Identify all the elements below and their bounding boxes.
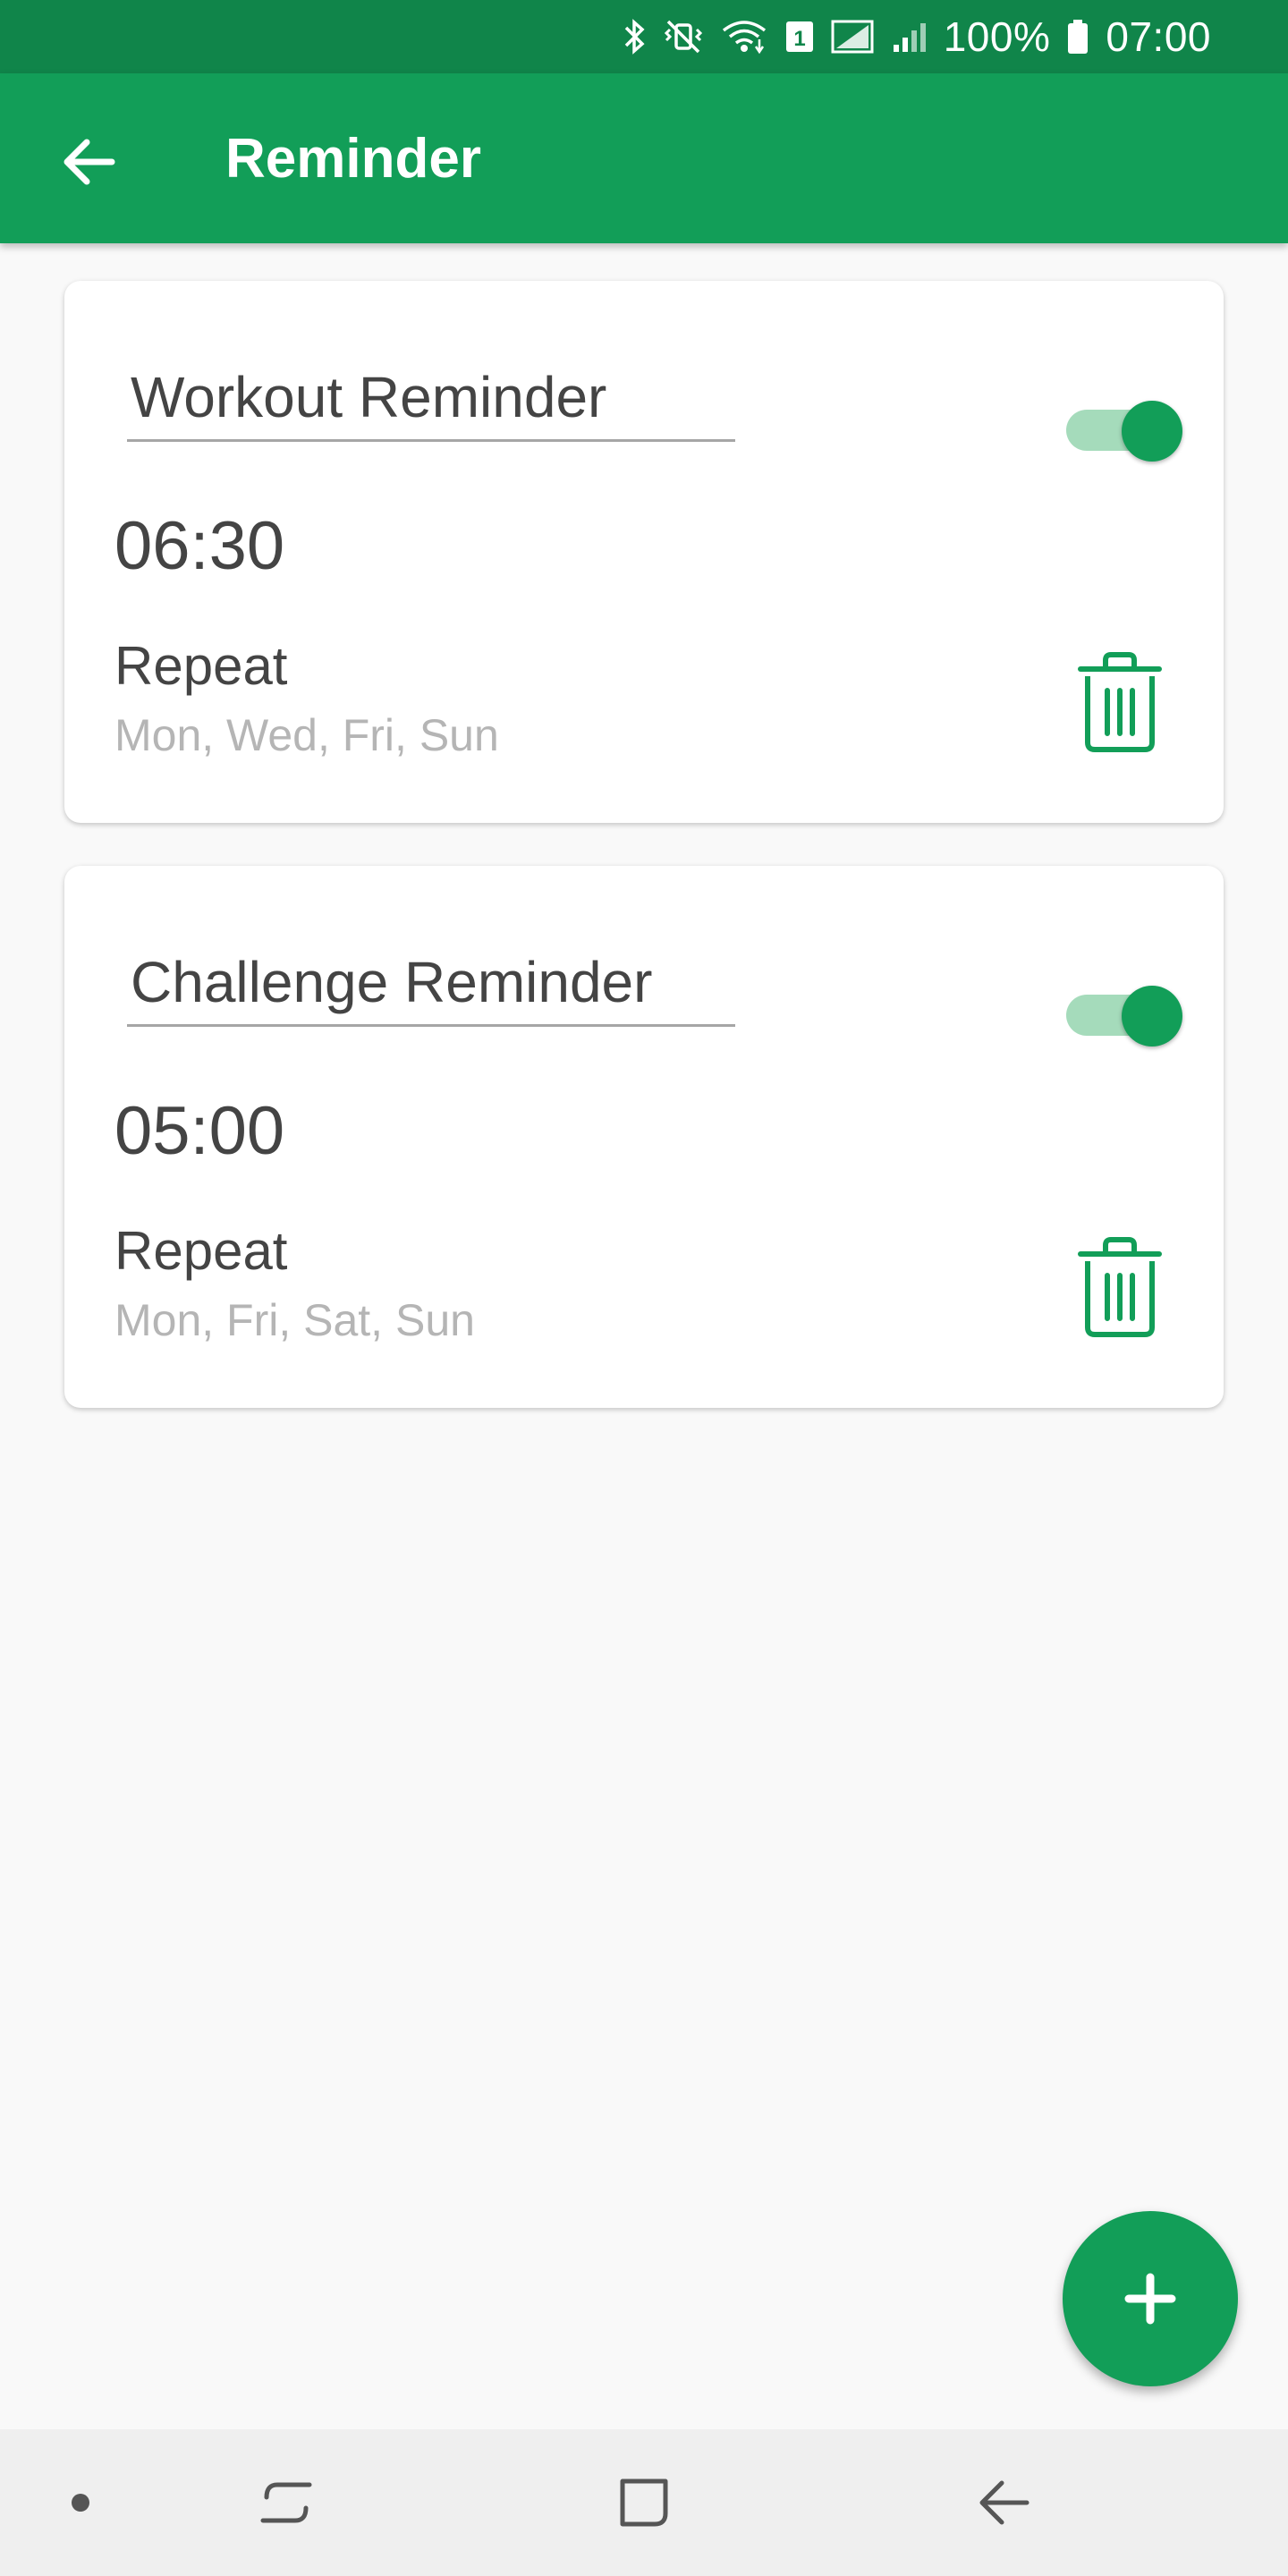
repeat-label[interactable]: Repeat: [114, 1220, 287, 1283]
page-title: Reminder: [225, 128, 481, 190]
sim-1-icon: 1: [784, 18, 815, 55]
reminder-toggle[interactable]: [1059, 975, 1182, 1046]
nav-dot-button[interactable]: [54, 2429, 107, 2576]
bluetooth-icon: [623, 18, 647, 55]
system-back-button[interactable]: [959, 2429, 1048, 2576]
wifi-icon: [720, 18, 768, 55]
vibrate-mute-icon: [663, 18, 704, 55]
repeat-days[interactable]: Mon, Fri, Sat, Sun: [114, 1293, 475, 1347]
add-reminder-button[interactable]: [1063, 2211, 1238, 2386]
recents-button[interactable]: [242, 2429, 331, 2576]
reminder-name-input[interactable]: Workout Reminder: [127, 360, 735, 442]
reminder-card: Challenge Reminder 05:00 Repeat Mon, Fri…: [64, 866, 1224, 1408]
signal-icon: [831, 18, 876, 55]
trash-icon: [1078, 652, 1162, 752]
reminder-time[interactable]: 06:30: [114, 506, 284, 587]
repeat-label[interactable]: Repeat: [114, 635, 287, 698]
battery-icon: [1066, 18, 1089, 55]
home-icon: [620, 2479, 668, 2527]
home-button[interactable]: [599, 2429, 689, 2576]
reminder-time[interactable]: 05:00: [114, 1091, 284, 1172]
toggle-knob: [1122, 401, 1182, 462]
reminder-name-input[interactable]: Challenge Reminder: [127, 945, 735, 1027]
signal-icon: [892, 18, 928, 55]
delete-reminder-button[interactable]: [1075, 1234, 1165, 1338]
reminder-toggle[interactable]: [1059, 390, 1182, 462]
plus-icon: [1124, 2273, 1176, 2325]
battery-percent: 100%: [943, 13, 1051, 60]
delete-reminder-button[interactable]: [1075, 649, 1165, 753]
status-bar: 1 100% 07:00: [0, 0, 1288, 73]
app-bar: Reminder: [0, 73, 1288, 243]
recents-icon: [260, 2482, 312, 2523]
toggle-knob: [1122, 986, 1182, 1046]
system-nav-bar: [0, 2429, 1288, 2576]
dot-icon: [72, 2494, 89, 2512]
arrow-left-icon: [64, 139, 115, 185]
status-time: 07:00: [1106, 13, 1211, 60]
svg-text:1: 1: [793, 27, 805, 51]
back-icon: [979, 2480, 1030, 2525]
reminder-card: Workout Reminder 06:30 Repeat Mon, Wed, …: [64, 281, 1224, 823]
repeat-days[interactable]: Mon, Wed, Fri, Sun: [114, 708, 499, 762]
trash-icon: [1078, 1237, 1162, 1337]
back-button[interactable]: [48, 122, 129, 202]
